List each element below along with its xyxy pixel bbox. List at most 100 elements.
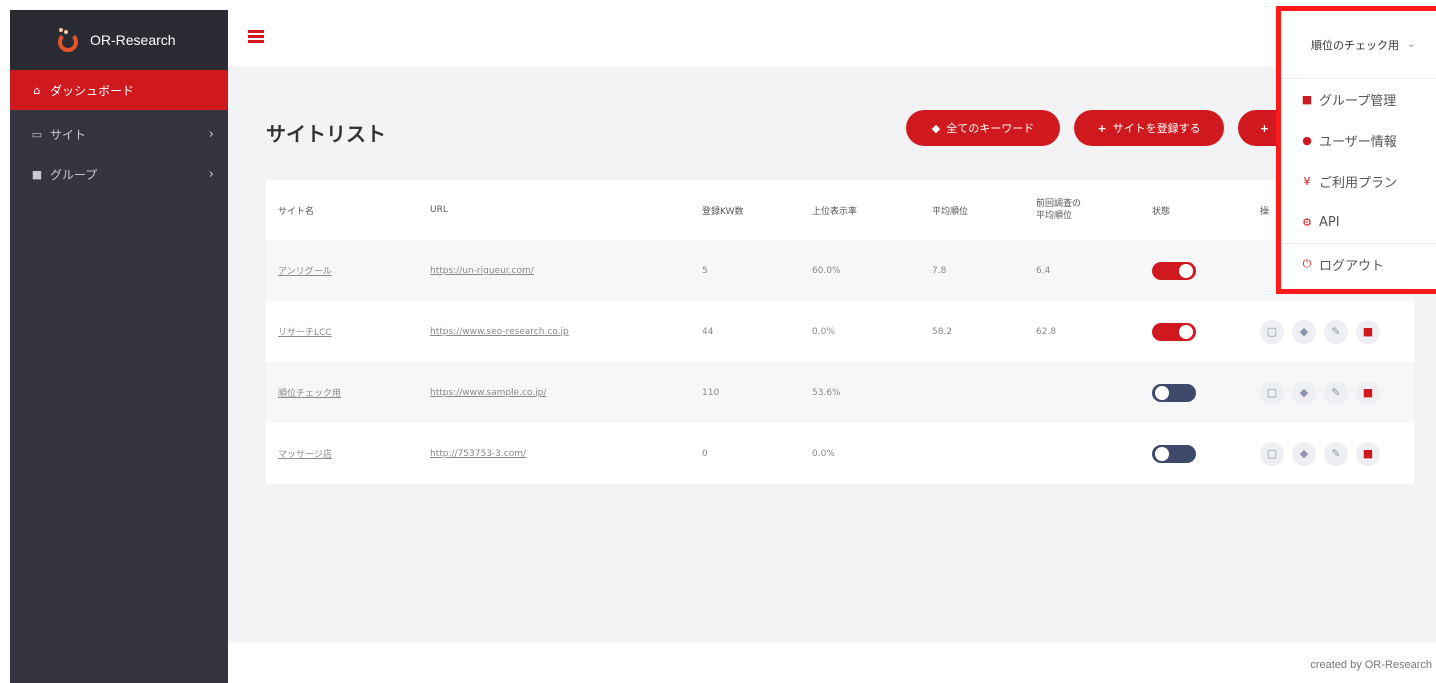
- folder-icon: ■: [1301, 93, 1313, 106]
- tag-icon[interactable]: ◆: [1292, 441, 1316, 466]
- menu-item-user-info[interactable]: ● ユーザー情報: [1281, 120, 1436, 161]
- header-top-rate: 上位表示率: [812, 206, 858, 217]
- top-rate: 60.0%: [812, 265, 841, 276]
- menu-item-label: ご利用プラン: [1319, 176, 1398, 191]
- all-keywords-button[interactable]: ◆ 全てのキーワード: [906, 110, 1060, 146]
- plus-icon: +: [1097, 121, 1107, 135]
- site-name-link[interactable]: アンリグール: [278, 264, 332, 277]
- power-icon: ⏻: [1302, 257, 1312, 270]
- header-avg-rank: 平均順位: [932, 206, 969, 217]
- row-actions: ▢ ◆ ✎ ■: [1260, 319, 1380, 344]
- trash-icon[interactable]: ■: [1356, 319, 1380, 344]
- window-icon: ▭: [31, 127, 43, 141]
- row-actions: ▢ ◆ ✎ ■: [1260, 380, 1380, 405]
- edit-icon[interactable]: ✎: [1324, 441, 1348, 466]
- header-prev-avg-line1: 前回調査の: [1036, 199, 1082, 209]
- register-site-label: サイトを登録する: [1112, 122, 1201, 135]
- row-actions: ▢ ◆ ✎ ■: [1260, 441, 1380, 466]
- header-site-name: サイト名: [278, 206, 315, 217]
- chevron-right-icon: ›: [208, 166, 214, 182]
- document-icon[interactable]: ▢: [1260, 319, 1284, 344]
- site-url-link[interactable]: https://un-rigueur.com/: [430, 266, 534, 276]
- document-icon[interactable]: ▢: [1260, 441, 1284, 466]
- gears-icon: ⚙: [1302, 216, 1312, 229]
- menu-item-group-management[interactable]: ■ グループ管理: [1281, 79, 1436, 120]
- status-toggle[interactable]: [1152, 383, 1196, 402]
- chevron-down-icon: ⌄: [1407, 39, 1416, 50]
- register-site-button[interactable]: + サイトを登録する: [1074, 110, 1224, 146]
- table-header: サイト名 URL 登録KW数 上位表示率 平均順位 前回調査の 平均順位 状態 …: [266, 180, 1414, 240]
- sidebar-item-dashboard[interactable]: ⌂ ダッシュボード: [10, 70, 228, 110]
- menu-item-label: グループ管理: [1319, 94, 1397, 109]
- footer-credit: created by OR-Research: [1310, 659, 1432, 671]
- sidebar-item-label: ダッシュボード: [50, 83, 135, 98]
- site-name-link[interactable]: マッサージ店: [278, 447, 332, 460]
- table-row: アンリグール https://un-rigueur.com/ 5 60.0% 7…: [266, 240, 1414, 301]
- brand[interactable]: OR-Research: [10, 10, 228, 70]
- folder-icon: ■: [31, 167, 43, 181]
- kw-count: 5: [702, 265, 708, 276]
- top-rate: 53.6%: [812, 387, 841, 398]
- menu-item-label: ログアウト: [1319, 258, 1385, 274]
- status-toggle[interactable]: [1152, 444, 1196, 463]
- header-actions: 操: [1260, 206, 1270, 217]
- menu-item-plan[interactable]: ¥ ご利用プラン: [1281, 161, 1436, 202]
- header-url: URL: [430, 205, 448, 215]
- sidebar-item-label: グループ: [50, 167, 98, 182]
- table-row: リサーチLCC https://www.seo-research.co.jp 4…: [266, 301, 1414, 362]
- sidebar-item-site[interactable]: ▭ サイト ›: [10, 114, 228, 154]
- all-keywords-label: 全てのキーワード: [946, 122, 1035, 135]
- edit-icon[interactable]: ✎: [1324, 319, 1348, 344]
- top-rate: 0.0%: [812, 326, 835, 337]
- kw-count: 44: [702, 326, 714, 337]
- menu-item-label: ユーザー情報: [1319, 135, 1397, 150]
- site-name-link[interactable]: リサーチLCC: [278, 325, 332, 338]
- avg-rank: 7.8: [932, 265, 947, 276]
- sidebar: OR-Research ⌂ ダッシュボード ▭ サイト › ■ グループ ›: [10, 10, 228, 683]
- table-row: 順位チェック用 https://www.sample.co.jp/ 110 53…: [266, 362, 1414, 423]
- header-kw-count: 登録KW数: [702, 206, 744, 217]
- yen-icon: ¥: [1303, 175, 1311, 188]
- trash-icon[interactable]: ■: [1356, 441, 1380, 466]
- document-icon[interactable]: ▢: [1260, 380, 1284, 405]
- prev-avg-rank: 6.4: [1036, 265, 1051, 276]
- app-name: OR-Research: [90, 32, 176, 48]
- site-url-link[interactable]: http://753753-3.com/: [430, 449, 526, 459]
- trash-icon[interactable]: ■: [1356, 380, 1380, 405]
- footer: created by OR-Research: [228, 643, 1436, 683]
- user-dropdown-toggle[interactable]: 順位のチェック用 ⌄: [1281, 11, 1436, 79]
- header-prev-avg-line2: 平均順位: [1036, 211, 1073, 221]
- edit-icon[interactable]: ✎: [1324, 380, 1348, 405]
- menu-item-logout[interactable]: ⏻ ログアウト: [1281, 243, 1436, 284]
- page-title: サイトリスト: [266, 122, 386, 146]
- main-content: サイトリスト ◆ 全てのキーワード + サイトを登録する + サ サイト名 UR…: [228, 68, 1436, 643]
- top-bar: [228, 10, 1436, 68]
- site-url-link[interactable]: https://www.seo-research.co.jp: [430, 327, 569, 337]
- logo-icon: [56, 28, 80, 52]
- prev-avg-rank: 62.8: [1036, 326, 1057, 337]
- kw-count: 0: [702, 448, 708, 459]
- user-icon: ●: [1302, 134, 1312, 147]
- tag-icon[interactable]: ◆: [1292, 380, 1316, 405]
- site-table: サイト名 URL 登録KW数 上位表示率 平均順位 前回調査の 平均順位 状態 …: [266, 180, 1414, 484]
- tag-icon[interactable]: ◆: [1292, 319, 1316, 344]
- current-user-label: 順位のチェック用: [1311, 38, 1399, 52]
- tag-icon: ◆: [931, 121, 941, 135]
- top-rate: 0.0%: [812, 448, 835, 459]
- site-url-link[interactable]: https://www.sample.co.jp/: [430, 388, 546, 398]
- header-status: 状態: [1152, 206, 1171, 217]
- status-toggle[interactable]: [1152, 322, 1196, 341]
- menu-item-api[interactable]: ⚙ API: [1281, 202, 1436, 243]
- site-name-link[interactable]: 順位チェック用: [278, 386, 341, 399]
- table-row: マッサージ店 http://753753-3.com/ 0 0.0% ▢ ◆ ✎…: [266, 423, 1414, 484]
- hamburger-menu-icon[interactable]: [248, 30, 264, 44]
- avg-rank: 58.2: [932, 326, 953, 337]
- kw-count: 110: [702, 387, 720, 398]
- menu-item-label: API: [1319, 215, 1340, 230]
- sidebar-item-group[interactable]: ■ グループ ›: [10, 154, 228, 194]
- header-prev-avg: 前回調査の 平均順位: [1036, 198, 1081, 222]
- user-dropdown-menu: 順位のチェック用 ⌄ ■ グループ管理 ● ユーザー情報 ¥ ご利用プラン ⚙ …: [1276, 6, 1436, 294]
- status-toggle[interactable]: [1152, 261, 1196, 280]
- chevron-right-icon: ›: [208, 126, 214, 142]
- home-icon: ⌂: [33, 83, 41, 97]
